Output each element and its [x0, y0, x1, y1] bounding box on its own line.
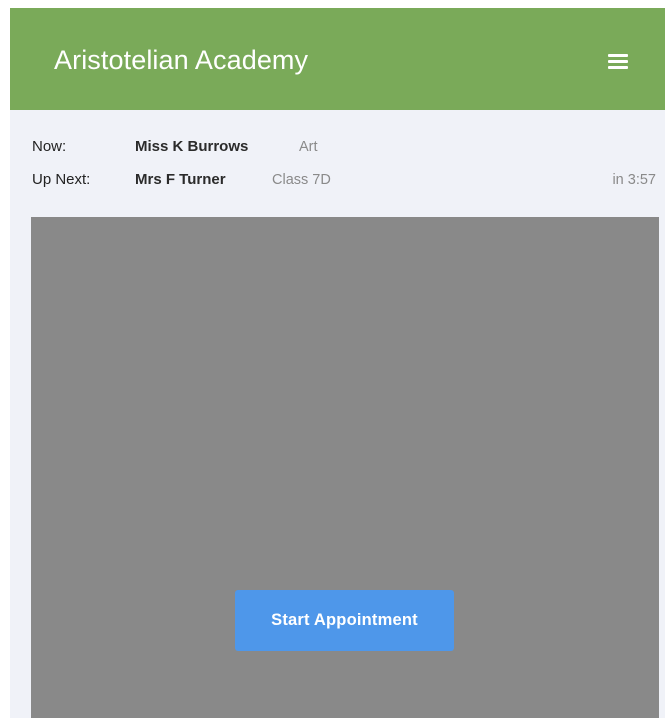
hamburger-menu-icon[interactable] [604, 50, 636, 78]
app-header: Aristotelian Academy [10, 8, 665, 110]
up-next-countdown: in 3:57 [612, 172, 656, 188]
now-teacher: Miss K Burrows [135, 138, 249, 155]
window-frame: Aristotelian Academy Now: Miss K Burrows… [0, 0, 665, 718]
menu-bar [608, 66, 628, 69]
up-next-teacher: Mrs F Turner [135, 171, 226, 188]
video-area: Start Appointment [31, 217, 659, 718]
now-subject: Art [299, 139, 318, 155]
up-next-subject: Class 7D [272, 172, 331, 188]
menu-bar [608, 54, 628, 57]
now-label: Now: [32, 138, 67, 155]
up-next-label: Up Next: [32, 171, 91, 188]
now-row: Now: Miss K Burrows Art [32, 135, 662, 159]
app-container: Aristotelian Academy Now: Miss K Burrows… [10, 8, 665, 718]
up-next-row: Up Next: Mrs F Turner Class 7D in 3:57 [32, 168, 662, 192]
app-title: Aristotelian Academy [54, 45, 309, 75]
menu-bar [608, 60, 628, 63]
start-appointment-button[interactable]: Start Appointment [235, 590, 454, 651]
